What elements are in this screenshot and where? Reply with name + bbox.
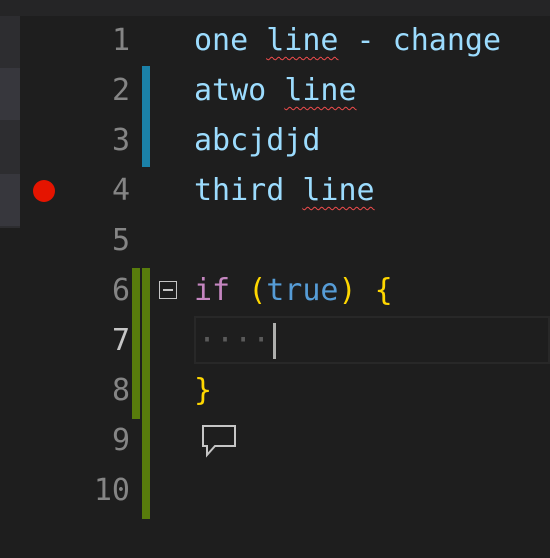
text-cursor <box>273 323 276 359</box>
line-number[interactable]: 3 <box>60 116 132 166</box>
code-text[interactable]: if (true) { <box>194 266 393 316</box>
code-token: atwo <box>194 73 267 108</box>
code-line-8[interactable]: 8 } <box>0 366 550 416</box>
code-line-10[interactable]: 10 <box>0 466 550 516</box>
code-text[interactable]: } <box>194 366 212 416</box>
line-number[interactable]: 8 <box>60 366 132 416</box>
code-line-5[interactable]: 5 <box>0 216 550 266</box>
fold-collapse-icon[interactable] <box>159 281 177 299</box>
editor-top-strip <box>0 0 550 16</box>
line-number[interactable]: 2 <box>60 66 132 116</box>
whitespace-indicator: ···· <box>198 323 271 358</box>
code-line-2[interactable]: 2 atwo line <box>0 66 550 116</box>
spelling-error-token[interactable]: line <box>302 173 374 208</box>
paren-token: ) <box>338 273 357 308</box>
code-text[interactable]: third line <box>194 166 375 216</box>
code-line-6[interactable]: 6 if (true) { <box>0 266 550 316</box>
line-number[interactable]: 6 <box>60 266 132 316</box>
brace-token: { <box>374 273 393 308</box>
line-number-active[interactable]: 7 <box>60 316 132 366</box>
code-token: third <box>194 173 285 208</box>
breakpoint-dot-icon[interactable] <box>33 180 55 202</box>
keyword-token: if <box>194 273 231 308</box>
code-line-7[interactable]: 7 ···· <box>0 316 550 366</box>
code-token: - change <box>338 23 502 58</box>
line-number[interactable]: 5 <box>60 216 132 266</box>
spelling-error-token[interactable]: line <box>266 23 338 58</box>
code-text[interactable]: abcjdjd <box>194 116 320 166</box>
code-text[interactable]: one line - change <box>194 16 501 66</box>
line-number[interactable]: 9 <box>60 416 132 466</box>
literal-token: true <box>266 273 339 308</box>
code-text[interactable]: atwo line <box>194 66 357 116</box>
line-number[interactable]: 1 <box>60 16 132 66</box>
code-line-1[interactable]: 1 one line - change <box>0 16 550 66</box>
line-number[interactable]: 10 <box>60 466 132 516</box>
code-line-3[interactable]: 3 abcjdjd <box>0 116 550 166</box>
code-editor[interactable]: 1 one line - change 2 atwo line 3 abcjdj… <box>0 0 550 558</box>
comment-bubble-icon[interactable] <box>201 424 237 458</box>
code-line-4[interactable]: 4 third line <box>0 166 550 216</box>
code-line-9[interactable]: 9 <box>0 416 550 466</box>
spelling-error-token[interactable]: line <box>284 73 356 108</box>
paren-token: ( <box>248 273 267 308</box>
line-number[interactable]: 4 <box>60 166 132 216</box>
code-token: one <box>194 23 249 58</box>
